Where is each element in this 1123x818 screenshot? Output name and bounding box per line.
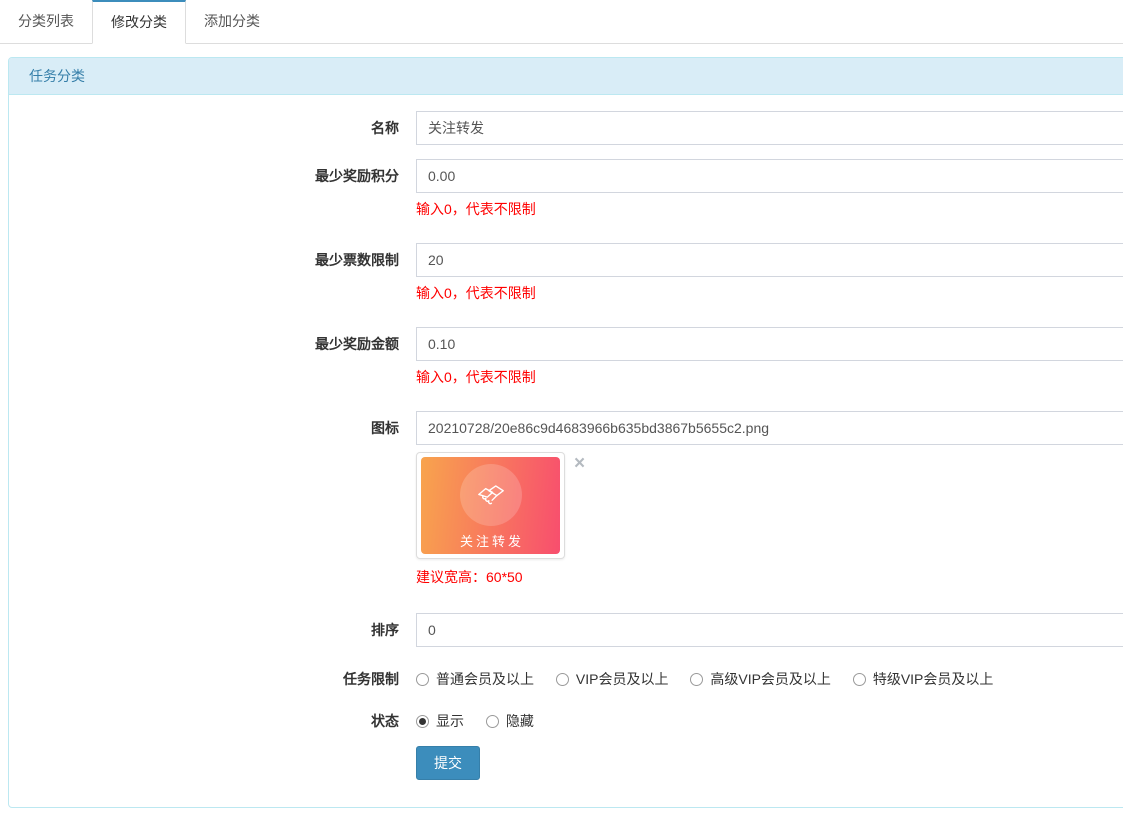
remove-image-icon[interactable]: × bbox=[574, 454, 585, 473]
radio-option-normal-member[interactable]: 普通会员及以上 bbox=[416, 671, 534, 687]
form-row-name: 名称 bbox=[9, 111, 1123, 145]
radio-option-show[interactable]: 显示 bbox=[416, 713, 464, 729]
radio-icon[interactable] bbox=[690, 673, 703, 686]
radio-option-label: VIP会员及以上 bbox=[576, 671, 669, 687]
min-points-hint: 输入0，代表不限制 bbox=[416, 201, 1123, 217]
min-amount-label: 最少奖励金额 bbox=[9, 327, 399, 361]
form-row-task-limit: 任务限制 普通会员及以上 VIP会员及以上 高级VIP会员及以上 特级VIP会员… bbox=[9, 671, 1123, 687]
radio-option-super-vip-member[interactable]: 特级VIP会员及以上 bbox=[853, 671, 994, 687]
tab-edit-category[interactable]: 修改分类 bbox=[92, 0, 186, 44]
min-amount-hint: 输入0，代表不限制 bbox=[416, 369, 1123, 385]
icon-preview-image: 关注转发 bbox=[421, 457, 560, 554]
radio-option-label: 显示 bbox=[436, 713, 464, 729]
form-row-min-votes: 最少票数限制 输入0，代表不限制 bbox=[9, 243, 1123, 301]
radio-option-label: 普通会员及以上 bbox=[436, 671, 534, 687]
form-row-icon: 图标 bbox=[9, 411, 1123, 585]
icon-preview-thumbnail: 关注转发 bbox=[416, 452, 565, 559]
panel-title: 任务分类 bbox=[9, 58, 1123, 95]
tab-bar: 分类列表 修改分类 添加分类 bbox=[0, 0, 1123, 44]
min-points-label: 最少奖励积分 bbox=[9, 159, 399, 193]
form-row-status: 状态 显示 隐藏 bbox=[9, 713, 1123, 729]
sort-label: 排序 bbox=[9, 613, 399, 647]
name-label: 名称 bbox=[9, 111, 399, 145]
tab-add-category[interactable]: 添加分类 bbox=[186, 0, 278, 43]
name-input[interactable] bbox=[416, 111, 1123, 145]
radio-icon[interactable] bbox=[853, 673, 866, 686]
form-row-sort: 排序 bbox=[9, 613, 1123, 647]
radio-option-label: 高级VIP会员及以上 bbox=[710, 671, 831, 687]
submit-button[interactable]: 提交 bbox=[416, 746, 480, 780]
icon-circle-backdrop bbox=[460, 464, 522, 526]
task-category-panel: 任务分类 名称 最少奖励积分 输入0，代表不限制 最少票数限制 bbox=[8, 57, 1123, 808]
icon-label: 图标 bbox=[9, 411, 399, 445]
handshake-icon bbox=[474, 478, 508, 512]
radio-icon[interactable] bbox=[556, 673, 569, 686]
radio-option-vip-member[interactable]: VIP会员及以上 bbox=[556, 671, 669, 687]
form-row-min-amount: 最少奖励金额 输入0，代表不限制 bbox=[9, 327, 1123, 385]
radio-option-senior-vip-member[interactable]: 高级VIP会员及以上 bbox=[690, 671, 831, 687]
radio-option-label: 隐藏 bbox=[506, 713, 534, 729]
radio-option-hide[interactable]: 隐藏 bbox=[486, 713, 534, 729]
admin-page: 分类列表 修改分类 添加分类 任务分类 名称 最少奖励积分 输入0，代表不限制 bbox=[0, 0, 1123, 818]
tab-category-list[interactable]: 分类列表 bbox=[0, 0, 92, 43]
edit-category-form: 名称 最少奖励积分 输入0，代表不限制 最少票数限制 输入0，代表不限制 bbox=[9, 95, 1123, 807]
radio-icon[interactable] bbox=[416, 673, 429, 686]
min-amount-input[interactable] bbox=[416, 327, 1123, 361]
status-label: 状态 bbox=[9, 713, 399, 729]
min-votes-hint: 输入0，代表不限制 bbox=[416, 285, 1123, 301]
sort-input[interactable] bbox=[416, 613, 1123, 647]
min-votes-input[interactable] bbox=[416, 243, 1123, 277]
min-points-input[interactable] bbox=[416, 159, 1123, 193]
radio-icon[interactable] bbox=[486, 715, 499, 728]
icon-path-input[interactable] bbox=[416, 411, 1123, 445]
form-row-submit: 提交 bbox=[9, 746, 1123, 780]
task-limit-label: 任务限制 bbox=[9, 671, 399, 687]
form-row-min-points: 最少奖励积分 输入0，代表不限制 bbox=[9, 159, 1123, 217]
icon-preview-caption: 关注转发 bbox=[457, 531, 524, 550]
radio-option-label: 特级VIP会员及以上 bbox=[873, 671, 994, 687]
min-votes-label: 最少票数限制 bbox=[9, 243, 399, 277]
icon-size-hint: 建议宽高：60*50 bbox=[416, 569, 1123, 585]
radio-checked-icon[interactable] bbox=[416, 715, 429, 728]
